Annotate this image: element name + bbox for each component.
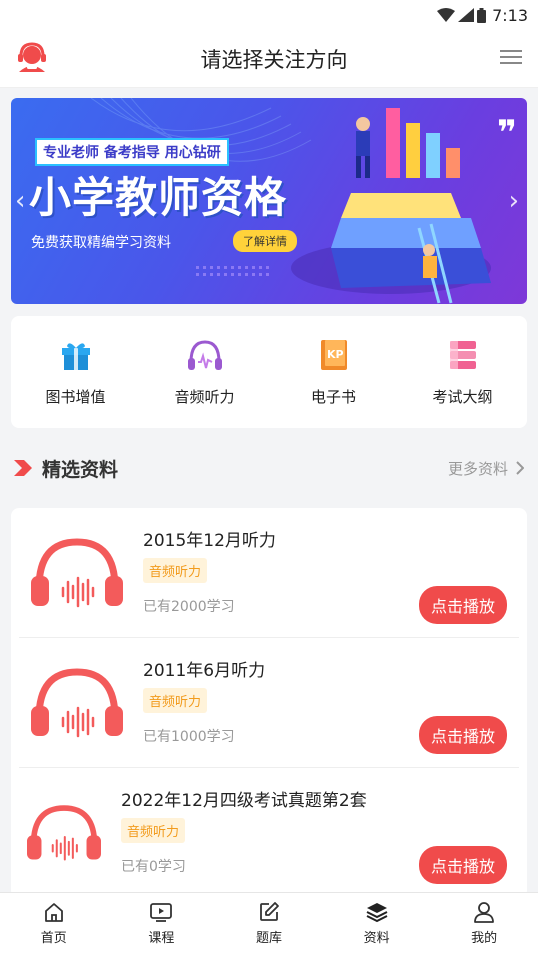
banner-detail-button[interactable]: 了解详情 — [233, 230, 297, 252]
quick-link-audio[interactable]: 音频听力 — [140, 316, 269, 428]
status-bar: 7:13 — [0, 0, 538, 30]
more-materials-link[interactable]: 更多资料 — [448, 458, 524, 479]
play-button[interactable]: 点击播放 — [418, 716, 507, 754]
status-time: 7:13 — [492, 5, 528, 25]
item-title: 2022年12月四级考试真题第2套 — [121, 791, 367, 811]
materials-list: 2015年12月听力 音频听力 已有2000学习 点击播放 2011年6月听力 … — [11, 508, 527, 898]
tab-label: 首页 — [40, 931, 67, 946]
quick-links: 图书增值 音频听力 KP 电子书 考试大纲 — [11, 316, 527, 428]
banner-tagline: 专业老师 备考指导 用心钻研 — [35, 138, 229, 166]
section-header: 精选资料 更多资料 — [0, 428, 538, 508]
play-button[interactable]: 点击播放 — [418, 586, 507, 624]
tab-label: 资料 — [363, 931, 390, 946]
more-materials-label: 更多资料 — [447, 459, 508, 478]
layers-icon — [366, 903, 388, 923]
tab-materials[interactable]: 资料 — [323, 893, 431, 954]
bottom-tab-bar: 首页 课程 题库 资料 我的 — [0, 892, 538, 954]
list-item[interactable]: 2011年6月听力 音频听力 已有1000学习 点击播放 — [19, 638, 519, 768]
item-title: 2015年12月听力 — [143, 531, 276, 551]
item-learners: 已有1000学习 — [143, 729, 235, 745]
item-learners: 已有0学习 — [121, 859, 186, 875]
user-icon — [474, 902, 495, 923]
quick-link-label: 考试大纲 — [432, 387, 493, 406]
tab-courses[interactable]: 课程 — [108, 893, 216, 954]
quick-link-book-value[interactable]: 图书增值 — [11, 316, 140, 428]
quick-link-ebook[interactable]: KP 电子书 — [269, 316, 398, 428]
list-item[interactable]: 2015年12月听力 音频听力 已有2000学习 点击播放 — [19, 508, 519, 638]
page-title[interactable]: 请选择关注方向 — [201, 44, 348, 74]
play-button[interactable]: 点击播放 — [418, 846, 507, 884]
promo-banner[interactable]: 专业老师 备考指导 用心钻研 小学教师资格 免费获取精编学习资料 了解详情 ❞ … — [11, 98, 527, 304]
item-badge: 音频听力 — [143, 688, 208, 713]
status-icons — [437, 7, 487, 23]
banner-subtitle: 免费获取精编学习资料 — [31, 235, 171, 251]
item-learners: 已有2000学习 — [143, 599, 235, 615]
headphones-icon — [187, 339, 222, 370]
tab-label: 题库 — [255, 931, 282, 946]
item-title: 2011年6月听力 — [143, 661, 266, 681]
list-item[interactable]: 2022年12月四级考试真题第2套 音频听力 已有0学习 点击播放 — [19, 768, 519, 898]
battery-icon — [477, 7, 487, 23]
edit-icon — [260, 902, 279, 921]
top-bar: 请选择关注方向 — [0, 30, 538, 88]
headphones-icon — [27, 804, 101, 866]
item-badge: 音频听力 — [121, 818, 186, 843]
headphones-icon — [31, 668, 123, 742]
banner-headline: 小学教师资格 — [29, 173, 288, 222]
outline-icon — [449, 340, 476, 369]
banner-prev-arrow-icon[interactable]: ‹ — [15, 186, 25, 216]
quote-icon: ❞ — [497, 113, 517, 153]
signal-icon — [458, 8, 475, 22]
tab-profile[interactable]: 我的 — [430, 893, 538, 954]
quick-link-label: 音频听力 — [174, 387, 235, 406]
tab-home[interactable]: 首页 — [0, 893, 108, 954]
banner-next-arrow-icon[interactable]: › — [509, 186, 519, 216]
menu-icon[interactable] — [500, 49, 522, 69]
tab-label: 我的 — [471, 931, 498, 946]
home-icon — [44, 903, 63, 922]
headphones-icon — [31, 538, 123, 612]
chevron-right-icon — [516, 461, 524, 475]
ebook-icon: KP — [320, 339, 347, 370]
tab-question-bank[interactable]: 题库 — [215, 893, 323, 954]
wifi-icon — [437, 8, 456, 22]
quick-link-label: 电子书 — [310, 387, 356, 406]
tab-label: 课程 — [148, 931, 175, 946]
item-badge: 音频听力 — [143, 558, 208, 583]
headset-logo-icon[interactable] — [16, 41, 48, 76]
quick-link-syllabus[interactable]: 考试大纲 — [398, 316, 527, 428]
video-icon — [150, 903, 173, 922]
gift-icon — [61, 342, 90, 370]
svg-text:KP: KP — [327, 348, 344, 361]
section-title: 精选资料 — [42, 458, 119, 481]
quick-link-label: 图书增值 — [45, 387, 106, 406]
section-arrow-icon — [14, 460, 32, 476]
